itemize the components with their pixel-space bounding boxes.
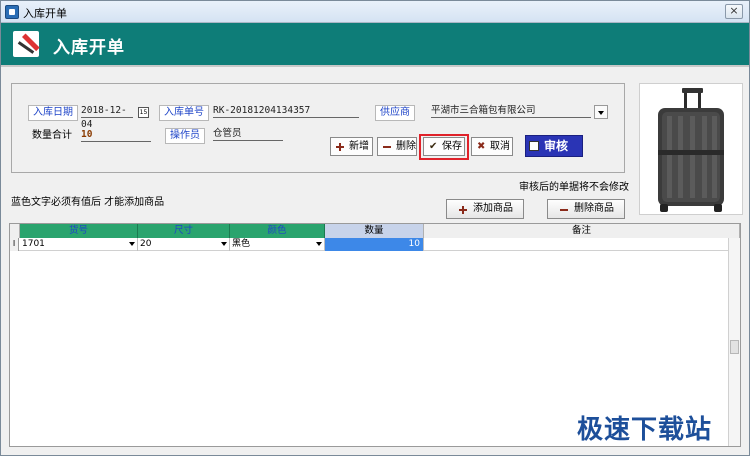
delete-button-label: 删除	[396, 141, 416, 152]
order-no-label: 入库单号	[159, 105, 209, 121]
cancel-button[interactable]: ✖ 取消	[471, 137, 513, 156]
operator-label: 操作员	[165, 128, 205, 144]
save-button-label: 保存	[442, 141, 462, 152]
x-icon: ✖	[477, 141, 486, 152]
minus-icon	[383, 143, 391, 151]
operator-field[interactable]: 仓管员	[213, 127, 283, 141]
grid-corner	[10, 224, 20, 238]
qty-total-value: 10	[81, 128, 151, 142]
supplier-dropdown-icon[interactable]	[594, 105, 608, 119]
calendar-icon[interactable]: 15	[138, 107, 149, 118]
watermark-logo: 极速下载站	[577, 415, 713, 445]
order-no-field[interactable]: RK-20181204134357	[213, 104, 359, 118]
cell-size-text: 20	[140, 239, 152, 249]
column-header-qty[interactable]: 数量	[325, 224, 424, 238]
audit-label: 审核	[544, 139, 569, 153]
remove-product-label: 删除商品	[574, 203, 614, 214]
dropdown-icon[interactable]	[316, 242, 322, 246]
new-button-label: 新增	[349, 141, 369, 152]
column-header-color[interactable]: 颜色	[230, 224, 325, 238]
check-icon: ✔	[429, 141, 438, 152]
minus-icon	[560, 206, 568, 214]
row-marker: I	[10, 238, 19, 251]
save-button[interactable]: ✔ 保存	[423, 137, 465, 156]
page-title: 入库开单	[53, 38, 125, 58]
audit-hint: 审核后的单据将不会修改	[519, 182, 629, 193]
cell-qty[interactable]: 10	[325, 238, 424, 251]
table-row[interactable]: I 1701 20 黑色 10	[10, 238, 740, 251]
cell-sku-text: 1701	[22, 239, 45, 249]
column-header-sku[interactable]: 货号	[20, 224, 138, 238]
dropdown-icon[interactable]	[129, 242, 135, 246]
plus-icon	[336, 143, 344, 151]
cell-note[interactable]	[424, 238, 740, 251]
date-field[interactable]: 2018-12-04	[81, 104, 133, 130]
cell-size[interactable]: 20	[138, 238, 230, 251]
add-product-label: 添加商品	[473, 203, 513, 214]
delete-button[interactable]: 删除	[377, 137, 417, 156]
audit-checkbox[interactable]: 审核	[525, 135, 583, 157]
header-banner: 入库开单	[1, 23, 749, 65]
remove-product-button[interactable]: 删除商品	[547, 199, 625, 219]
supplier-select[interactable]: 平湖市三合箱包有限公司	[431, 104, 591, 118]
title-bar: 入库开单 ×	[1, 1, 749, 23]
blue-field-hint: 蓝色文字必须有值后 才能添加商品	[11, 197, 165, 208]
vertical-scrollbar[interactable]	[728, 238, 740, 446]
app-window: 入库开单 × 入库开单 入库日期 2018-12-04 15 入库单号 RK-2…	[0, 0, 750, 456]
scrollbar-thumb[interactable]	[730, 340, 739, 354]
dropdown-icon[interactable]	[221, 242, 227, 246]
app-icon	[5, 5, 19, 19]
column-header-size[interactable]: 尺寸	[138, 224, 230, 238]
suitcase-image	[658, 88, 724, 212]
column-header-note[interactable]: 备注	[424, 224, 740, 238]
pen-icon	[13, 31, 40, 57]
new-button[interactable]: 新增	[330, 137, 373, 156]
cell-color-text: 黑色	[232, 239, 251, 249]
window-title: 入库开单	[23, 7, 67, 20]
cell-sku[interactable]: 1701	[20, 238, 138, 251]
header-divider	[1, 65, 749, 67]
supplier-label: 供应商	[375, 105, 415, 121]
qty-total-label: 数量合计	[32, 130, 72, 141]
close-button[interactable]: ×	[725, 4, 743, 19]
cell-color[interactable]: 黑色	[230, 238, 325, 251]
product-image	[639, 83, 743, 215]
cancel-button-label: 取消	[490, 141, 510, 152]
checkbox-icon[interactable]	[529, 141, 539, 151]
add-product-button[interactable]: 添加商品	[446, 199, 524, 219]
date-label: 入库日期	[28, 105, 78, 121]
grid-header: 货号 尺寸 颜色 数量 备注	[10, 224, 740, 238]
plus-icon	[459, 206, 467, 214]
